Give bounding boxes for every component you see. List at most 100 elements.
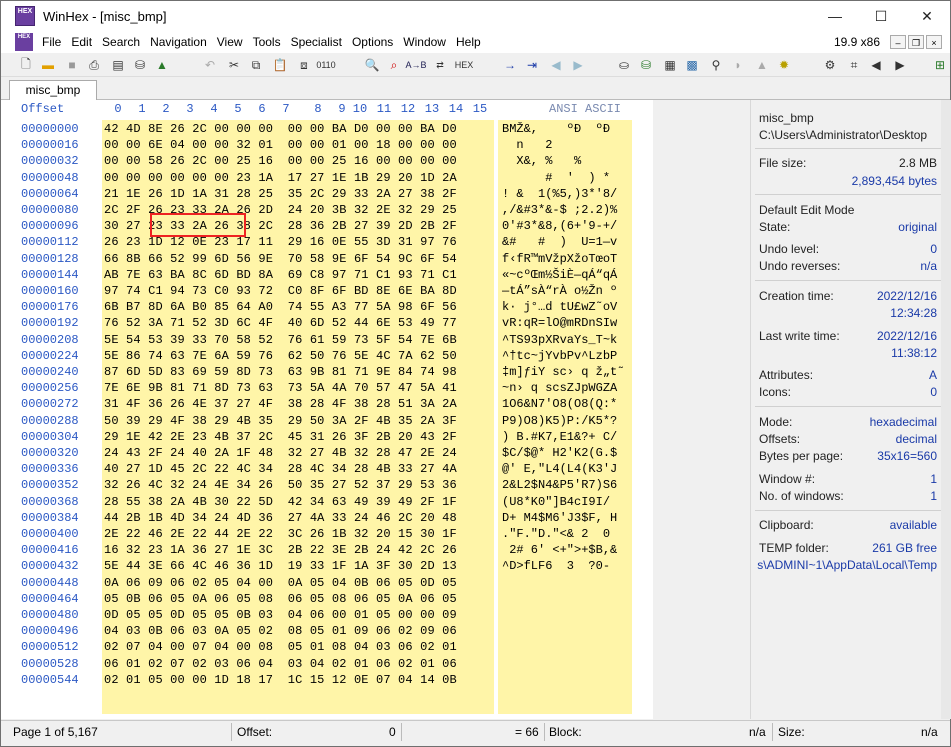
replace-text-icon[interactable]: A→B: [406, 56, 427, 74]
ansi-row[interactable]: @' E,"L4(L4(K3'J: [502, 461, 632, 477]
disk-editor-icon[interactable]: ⛁: [637, 56, 655, 74]
ansi-row[interactable]: 2&L2$N4&P5'R7)S6: [502, 477, 632, 493]
hex-row[interactable]: 28 55 38 2A 4B 30 22 5D 42 34 63 49 39 4…: [104, 494, 457, 510]
hex-row[interactable]: 05 0B 06 05 0A 06 05 08 06 05 08 06 05 0…: [104, 591, 457, 607]
calculator-icon[interactable]: ▩: [683, 56, 701, 74]
hex-row[interactable]: 44 2B 1B 4D 34 24 4D 36 27 4A 33 24 46 2…: [104, 510, 457, 526]
ansi-row[interactable]: [502, 575, 632, 591]
menu-file[interactable]: File: [37, 31, 66, 53]
document-icon[interactable]: HEX: [15, 33, 33, 51]
ansi-row[interactable]: ‡m]ƒiY sc› q ž„t˜: [502, 364, 632, 380]
hex-row[interactable]: AB 7E 63 BA 8C 6D BD 8A 69 C8 97 71 C1 9…: [104, 267, 457, 283]
mdi-minimize-button[interactable]: –: [890, 35, 906, 49]
menu-search[interactable]: Search: [97, 31, 145, 53]
ansi-row[interactable]: BMŽ&, ºÐ ºÐ: [502, 121, 632, 137]
find-text-icon[interactable]: 🔍: [363, 56, 381, 74]
ansi-row[interactable]: 1O6&N7'O8(O8(Q:*: [502, 396, 632, 412]
ansi-row[interactable]: (U8*K0"]B4cI9I/: [502, 494, 632, 510]
ansi-row[interactable]: # ' ) *: [502, 170, 632, 186]
menu-window[interactable]: Window: [398, 31, 451, 53]
ansi-row[interactable]: [502, 672, 632, 688]
menu-options[interactable]: Options: [347, 31, 398, 53]
paste-write-icon[interactable]: ⧈: [295, 56, 313, 74]
hex-row[interactable]: 42 4D 8E 26 2C 00 00 00 00 00 BA D0 00 0…: [104, 121, 457, 137]
ansi-row[interactable]: 2# 6' <+">+$B,&: [502, 542, 632, 558]
hex-row[interactable]: 04 03 0B 06 03 0A 05 02 08 05 01 09 06 0…: [104, 623, 457, 639]
menu-specialist[interactable]: Specialist: [286, 31, 347, 53]
hex-row[interactable]: 00 00 6E 04 00 00 32 01 00 00 01 00 18 0…: [104, 137, 457, 153]
ansi-row[interactable]: —tÁ”sÀ“rÀ o½Žn º: [502, 283, 632, 299]
print-icon[interactable]: ⎙: [85, 56, 103, 74]
undo-icon[interactable]: ↶: [201, 56, 219, 74]
hex-row[interactable]: 40 27 1D 45 2C 22 4C 34 28 4C 34 28 4B 3…: [104, 461, 457, 477]
vertical-scrollbar[interactable]: [636, 100, 653, 719]
hex-row[interactable]: 29 1E 42 2E 23 4B 37 2C 45 31 26 3F 2B 2…: [104, 429, 457, 445]
comment-icon[interactable]: ◗: [729, 56, 747, 74]
next-icon[interactable]: ▶: [891, 56, 909, 74]
hex-row[interactable]: 00 00 58 26 2C 00 25 16 00 00 25 16 00 0…: [104, 153, 457, 169]
hex-row[interactable]: 87 6D 5D 83 69 59 8D 73 63 9B 81 71 9E 8…: [104, 364, 457, 380]
ansi-row[interactable]: $C/$@* H2'K2(G.$: [502, 445, 632, 461]
export-icon[interactable]: ▲: [153, 56, 171, 74]
hex-row[interactable]: 06 01 02 07 02 03 06 04 03 04 02 01 06 0…: [104, 656, 457, 672]
ansi-row[interactable]: X&, % %: [502, 153, 632, 169]
new-file-icon[interactable]: 🗋: [17, 56, 35, 74]
hex-row[interactable]: 31 4F 36 26 4E 37 27 4F 38 28 4F 38 28 5…: [104, 396, 457, 412]
ansi-row[interactable]: P9)O8)K5)P:/K5*?: [502, 413, 632, 429]
tab-misc-bmp[interactable]: misc_bmp: [9, 80, 97, 100]
properties-icon[interactable]: ▤: [109, 56, 127, 74]
ansi-row[interactable]: [502, 623, 632, 639]
menu-edit[interactable]: Edit: [66, 31, 97, 53]
ansi-row[interactable]: &# # ) U=1—v: [502, 234, 632, 250]
hex-row[interactable]: 00 00 00 00 00 00 23 1A 17 27 1E 1B 29 2…: [104, 170, 457, 186]
hex-editor-pane[interactable]: Offset 0 1 2 3 4 5 6 7 8 9 10 11 12 13 1…: [1, 100, 653, 719]
forward-icon[interactable]: ▶: [569, 56, 587, 74]
back-icon[interactable]: ◀: [547, 56, 565, 74]
hex-row[interactable]: 0D 05 05 0D 05 05 0B 03 04 06 00 01 05 0…: [104, 607, 457, 623]
save-icon[interactable]: ■: [63, 56, 81, 74]
ansi-row[interactable]: n 2: [502, 137, 632, 153]
minimize-button[interactable]: —: [812, 1, 858, 31]
ram-icon[interactable]: ▦: [661, 56, 679, 74]
open-folder-icon[interactable]: ▬: [39, 56, 57, 74]
hex-row[interactable]: 2E 22 46 2E 22 44 2E 22 3C 26 1B 32 20 1…: [104, 526, 457, 542]
ansi-row[interactable]: [502, 639, 632, 655]
menu-view[interactable]: View: [212, 31, 248, 53]
hex-row[interactable]: 24 43 2F 24 40 2A 1F 48 32 27 4B 32 28 4…: [104, 445, 457, 461]
menu-help[interactable]: Help: [451, 31, 486, 53]
hex-row[interactable]: 5E 86 74 63 7E 6A 59 76 62 50 76 5E 4C 7…: [104, 348, 457, 364]
disk-icon[interactable]: ⛀: [615, 56, 633, 74]
open-disk-icon[interactable]: ⛁: [131, 56, 149, 74]
hex-row[interactable]: 76 52 3A 71 52 3D 6C 4F 40 6D 52 44 6E 5…: [104, 315, 457, 331]
hex-data-area[interactable]: 42 4D 8E 26 2C 00 00 00 00 00 BA D0 00 0…: [102, 120, 494, 714]
ansi-row[interactable]: D+ M4$M6'J3$F, H: [502, 510, 632, 526]
goto-offset-icon[interactable]: →: [501, 56, 519, 74]
windows-icon[interactable]: ⊞: [931, 56, 949, 74]
ansi-row[interactable]: «~cºŒm½ŠiÈ—qÁ“qÁ: [502, 267, 632, 283]
gear-icon[interactable]: ✹: [775, 56, 793, 74]
ansi-row[interactable]: ! & 1(%5,)3*'8/: [502, 186, 632, 202]
hex-row[interactable]: 02 01 05 00 00 1D 18 17 1C 15 12 0E 07 0…: [104, 672, 457, 688]
menu-navigation[interactable]: Navigation: [145, 31, 212, 53]
goto-sector-icon[interactable]: ⇥: [523, 56, 541, 74]
hex-row[interactable]: 16 32 23 1A 36 27 1E 3C 2B 22 3E 2B 24 4…: [104, 542, 457, 558]
mdi-close-button[interactable]: ×: [926, 35, 942, 49]
hex-row[interactable]: 0A 06 09 06 02 05 04 00 0A 05 04 0B 06 0…: [104, 575, 457, 591]
hex-row[interactable]: 7E 6E 9B 81 71 8D 73 63 73 5A 4A 70 57 4…: [104, 380, 457, 396]
close-button[interactable]: ✕: [904, 1, 950, 31]
mdi-restore-button[interactable]: ❐: [908, 35, 924, 49]
cut-icon[interactable]: ✂: [225, 56, 243, 74]
ansi-row[interactable]: ) B.#K7,E1&?+ C/: [502, 429, 632, 445]
synchronize-icon[interactable]: ⌗: [845, 56, 863, 74]
ansi-row[interactable]: vR:qR=lO@mRDnSIw: [502, 315, 632, 331]
binary-icon[interactable]: 0110: [316, 56, 335, 74]
ansi-row[interactable]: ."F."D."<& 2 0: [502, 526, 632, 542]
ansi-row[interactable]: [502, 607, 632, 623]
menu-tools[interactable]: Tools: [248, 31, 286, 53]
ansi-row[interactable]: ^†tc~jYvbPv^LzbP: [502, 348, 632, 364]
copy-icon[interactable]: ⧉: [247, 56, 265, 74]
zoom-icon[interactable]: ⚲: [707, 56, 725, 74]
hex-row[interactable]: 5E 54 53 39 33 70 58 52 76 61 59 73 5F 5…: [104, 332, 457, 348]
ansi-row[interactable]: k· j°…d tU£wZ˜oV: [502, 299, 632, 315]
ansi-row[interactable]: ^TS93pXRvaYs_T~k: [502, 332, 632, 348]
